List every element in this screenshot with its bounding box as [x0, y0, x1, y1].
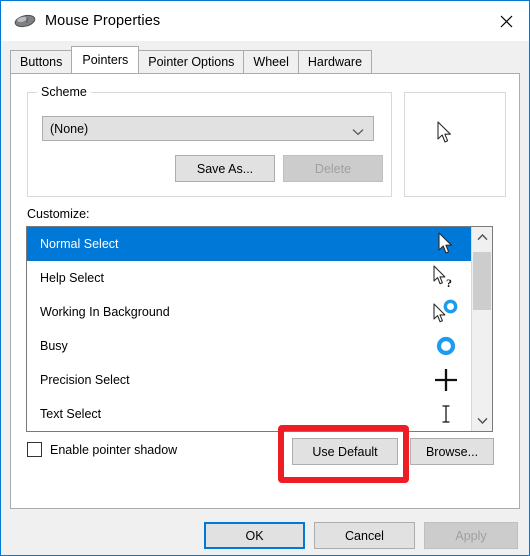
customize-label: Customize: — [27, 207, 90, 221]
chevron-up-icon[interactable] — [472, 227, 492, 248]
use-default-button[interactable]: Use Default — [292, 438, 398, 465]
pointer-list[interactable]: Normal Select Help Select ? Working In B… — [26, 226, 493, 432]
ok-label: OK — [245, 528, 264, 543]
tab-label: Pointer Options — [148, 55, 235, 69]
list-item[interactable]: Busy — [27, 329, 471, 363]
browse-label: Browse... — [425, 444, 479, 459]
save-as-label: Save As... — [196, 161, 254, 176]
chevron-down-icon — [352, 125, 364, 135]
title-bar: Mouse Properties — [1, 1, 529, 41]
arrow-cursor-icon — [431, 229, 461, 259]
apply-label: Apply — [455, 528, 487, 543]
use-default-label: Use Default — [312, 444, 378, 459]
save-as-button[interactable]: Save As... — [175, 155, 275, 182]
arrow-help-cursor-icon: ? — [431, 263, 461, 293]
list-item[interactable]: Precision Select — [27, 363, 471, 397]
scrollbar-thumb[interactable] — [473, 252, 491, 310]
tab-wheel[interactable]: Wheel — [243, 50, 299, 73]
scheme-group-label: Scheme — [37, 85, 91, 99]
enable-pointer-shadow-label: Enable pointer shadow — [50, 442, 178, 457]
busy-ring-cursor-icon — [431, 331, 461, 361]
scheme-combobox-value: (None) — [50, 121, 89, 136]
list-item-label: Precision Select — [40, 373, 130, 387]
cancel-label: Cancel — [345, 528, 384, 543]
pointers-tab-panel: Scheme (None) Save As... Delete Customiz… — [10, 73, 520, 509]
pointer-list-rows: Normal Select Help Select ? Working In B… — [27, 227, 471, 431]
cancel-button[interactable]: Cancel — [314, 522, 415, 549]
delete-button: Delete — [283, 155, 383, 182]
list-item-label: Text Select — [40, 407, 102, 421]
arrow-busy-cursor-icon — [431, 297, 461, 327]
tab-pointers[interactable]: Pointers — [71, 46, 140, 73]
window-title: Mouse Properties — [45, 13, 161, 29]
enable-pointer-shadow-row[interactable]: Enable pointer shadow — [27, 442, 177, 457]
tab-hardware[interactable]: Hardware — [297, 50, 373, 73]
tab-label: Pointers — [82, 53, 129, 67]
list-item[interactable]: Help Select ? — [27, 261, 471, 295]
ok-button[interactable]: OK — [204, 522, 305, 549]
list-scrollbar[interactable] — [471, 227, 492, 431]
delete-label: Delete — [314, 161, 352, 176]
list-item[interactable]: Working In Background — [27, 295, 471, 329]
tab-buttons[interactable]: Buttons — [10, 50, 73, 73]
list-item[interactable]: Normal Select — [27, 227, 471, 261]
tab-label: Wheel — [253, 55, 289, 69]
list-item-label: Busy — [40, 339, 68, 353]
list-item[interactable]: Text Select — [27, 397, 471, 431]
chevron-down-icon[interactable] — [472, 410, 492, 431]
svg-text:?: ? — [446, 276, 452, 290]
list-item-label: Working In Background — [40, 305, 170, 319]
scheme-group: Scheme (None) Save As... Delete — [27, 85, 392, 197]
close-button[interactable] — [483, 1, 529, 41]
scheme-combobox[interactable]: (None) — [42, 116, 374, 141]
enable-pointer-shadow-checkbox[interactable] — [27, 442, 42, 457]
tab-label: Buttons — [20, 55, 63, 69]
tab-label: Hardware — [307, 55, 363, 69]
pointer-preview-pane — [404, 92, 506, 197]
tab-pointer-options[interactable]: Pointer Options — [138, 50, 245, 73]
mouse-icon — [14, 12, 36, 30]
list-item-label: Help Select — [40, 271, 104, 285]
crosshair-cursor-icon — [431, 365, 461, 395]
ibeam-cursor-icon — [431, 399, 461, 429]
mouse-properties-dialog: Mouse Properties Buttons Pointers Pointe… — [0, 0, 530, 556]
list-item-label: Normal Select — [40, 237, 119, 251]
browse-button[interactable]: Browse... — [410, 438, 494, 465]
apply-button: Apply — [424, 522, 518, 549]
tab-strip: Buttons Pointers Pointer Options Wheel H… — [10, 46, 373, 73]
arrow-cursor-icon — [437, 121, 454, 148]
